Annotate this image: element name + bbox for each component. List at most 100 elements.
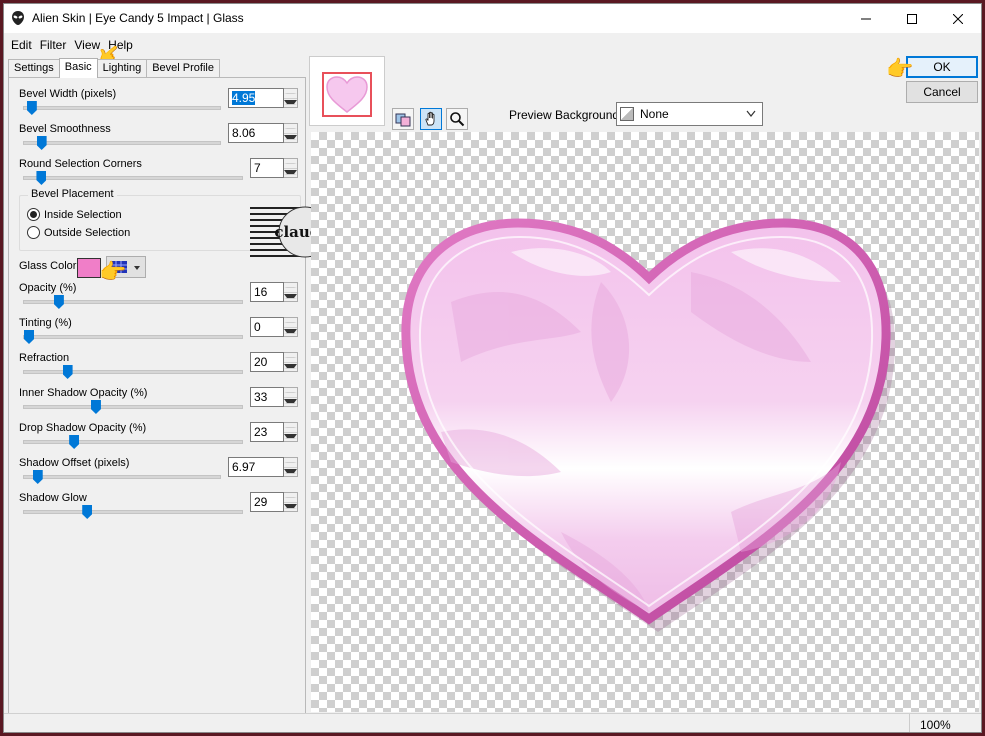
shadow-offset-slider[interactable]: [23, 470, 221, 484]
tinting-spinner[interactable]: 0: [250, 317, 298, 337]
chevron-down-icon: [134, 266, 140, 270]
inner-shadow-arrows[interactable]: [284, 387, 298, 407]
navigator-viewport[interactable]: [322, 72, 372, 117]
hand-icon: [425, 111, 435, 126]
bevel-smoothness-input[interactable]: 8.06: [228, 123, 284, 143]
spin-down-icon[interactable]: [284, 468, 297, 477]
tab-lighting[interactable]: Lighting: [96, 59, 148, 77]
cancel-button[interactable]: Cancel: [906, 81, 978, 103]
spin-down-icon[interactable]: [284, 293, 297, 302]
shadow-offset-thumb[interactable]: [32, 470, 43, 484]
drop-shadow-thumb[interactable]: [69, 435, 80, 449]
spin-up-icon[interactable]: [284, 283, 297, 293]
tinting-arrows[interactable]: [284, 317, 298, 337]
zoom-tool-button[interactable]: [446, 108, 468, 130]
opacity-input[interactable]: 16: [250, 282, 284, 302]
hand-tool-button[interactable]: [420, 108, 442, 130]
preview-canvas[interactable]: [311, 132, 979, 712]
glass-color-swatch[interactable]: [77, 258, 101, 278]
tab-bevel-profile[interactable]: Bevel Profile: [146, 59, 220, 77]
tinting-slider[interactable]: [23, 330, 243, 344]
shadow-glow-input[interactable]: 29: [250, 492, 284, 512]
glass-color-label: Glass Color: [19, 260, 77, 272]
spin-up-icon[interactable]: [284, 159, 297, 169]
spin-up-icon[interactable]: [284, 458, 297, 468]
spin-up-icon[interactable]: [284, 388, 297, 398]
ok-button[interactable]: OK: [906, 56, 978, 78]
refraction-slider[interactable]: [23, 365, 243, 379]
round-corners-thumb[interactable]: [36, 171, 47, 185]
drop-shadow-slider[interactable]: [23, 435, 243, 449]
refraction-thumb[interactable]: [62, 365, 73, 379]
inner-shadow-slider[interactable]: [23, 400, 243, 414]
round-corners-spinner[interactable]: 7: [250, 158, 298, 178]
spin-down-icon[interactable]: [284, 99, 297, 108]
shadow-offset-input[interactable]: 6.97: [228, 457, 284, 477]
round-corners-input[interactable]: 7: [250, 158, 284, 178]
inside-selection-option[interactable]: Inside Selection: [27, 208, 122, 221]
preview-navigator[interactable]: [309, 56, 385, 126]
spin-down-icon[interactable]: [284, 363, 297, 372]
spin-down-icon[interactable]: [284, 134, 297, 143]
opacity-slider[interactable]: [23, 295, 243, 309]
inner-shadow-input[interactable]: 33: [250, 387, 284, 407]
inside-selection-radio[interactable]: [27, 208, 40, 221]
drop-shadow-arrows[interactable]: [284, 422, 298, 442]
spin-down-icon[interactable]: [284, 328, 297, 337]
menu-edit[interactable]: Edit: [8, 34, 37, 54]
spin-down-icon[interactable]: [284, 398, 297, 407]
bevel-width-slider[interactable]: [23, 101, 221, 115]
bevel-smoothness-arrows[interactable]: [284, 123, 298, 143]
preview-background-select[interactable]: None: [616, 102, 763, 126]
refraction-input[interactable]: 20: [250, 352, 284, 372]
spin-up-icon[interactable]: [284, 493, 297, 503]
bevel-width-spinner[interactable]: 4.95: [228, 88, 298, 108]
inner-shadow-spinner[interactable]: 33: [250, 387, 298, 407]
outside-selection-radio[interactable]: [27, 226, 40, 239]
toggle-preview-button[interactable]: [392, 108, 414, 130]
round-corners-slider[interactable]: [23, 171, 243, 185]
maximize-button[interactable]: [889, 4, 935, 33]
inner-shadow-thumb[interactable]: [90, 400, 101, 414]
bevel-width-input[interactable]: 4.95: [228, 88, 284, 108]
tinting-input[interactable]: 0: [250, 317, 284, 337]
opacity-spinner[interactable]: 16: [250, 282, 298, 302]
bevel-placement-title: Bevel Placement: [28, 188, 117, 200]
spin-up-icon[interactable]: [284, 124, 297, 134]
bevel-smoothness-spinner[interactable]: 8.06: [228, 123, 298, 143]
shadow-offset-spinner[interactable]: 6.97: [228, 457, 298, 477]
bevel-smoothness-slider[interactable]: [23, 136, 221, 150]
shadow-glow-thumb[interactable]: [82, 505, 93, 519]
opacity-arrows[interactable]: [284, 282, 298, 302]
shadow-glow-spinner[interactable]: 29: [250, 492, 298, 512]
spin-up-icon[interactable]: [284, 423, 297, 433]
spin-up-icon[interactable]: [284, 353, 297, 363]
bevel-width-arrows[interactable]: [284, 88, 298, 108]
shadow-offset-arrows[interactable]: [284, 457, 298, 477]
refraction-arrows[interactable]: [284, 352, 298, 372]
tinting-thumb[interactable]: [24, 330, 34, 344]
shadow-glow-arrows[interactable]: [284, 492, 298, 512]
spin-up-icon[interactable]: [284, 89, 297, 99]
bevel-width-thumb[interactable]: [26, 101, 37, 115]
menu-filter[interactable]: Filter: [37, 34, 72, 54]
spin-down-icon[interactable]: [284, 169, 297, 178]
tab-basic[interactable]: Basic: [58, 58, 98, 78]
close-button[interactable]: [935, 4, 981, 33]
minimize-button[interactable]: [843, 4, 889, 33]
spin-down-icon[interactable]: [284, 433, 297, 442]
inside-selection-label: Inside Selection: [44, 208, 122, 221]
drop-shadow-input[interactable]: 23: [250, 422, 284, 442]
refraction-spinner[interactable]: 20: [250, 352, 298, 372]
spin-up-icon[interactable]: [284, 318, 297, 328]
shadow-glow-slider[interactable]: [23, 505, 243, 519]
bevel-smoothness-thumb[interactable]: [36, 136, 47, 150]
round-corners-label: Round Selection Corners: [19, 158, 142, 170]
spin-down-icon[interactable]: [284, 503, 297, 512]
shadow-offset-label: Shadow Offset (pixels): [19, 457, 130, 469]
drop-shadow-spinner[interactable]: 23: [250, 422, 298, 442]
opacity-thumb[interactable]: [53, 295, 64, 309]
round-corners-arrows[interactable]: [284, 158, 298, 178]
outside-selection-option[interactable]: Outside Selection: [27, 226, 130, 239]
tab-settings[interactable]: Settings: [8, 59, 60, 77]
